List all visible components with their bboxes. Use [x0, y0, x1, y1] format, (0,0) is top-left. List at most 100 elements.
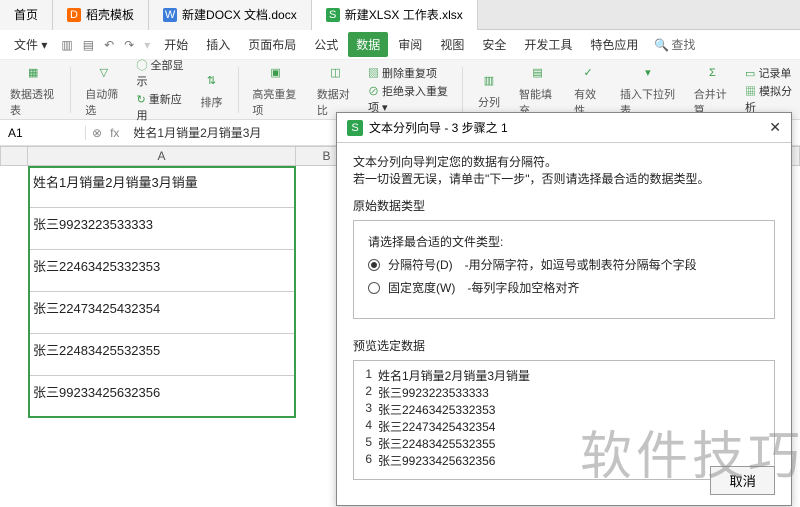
filter-icon: ▽: [92, 62, 116, 84]
cancel-button[interactable]: 取消: [710, 466, 775, 495]
consolidate-button[interactable]: Σ合并计算: [690, 62, 735, 118]
undo-icon[interactable]: ↶: [100, 38, 118, 52]
tab-label: 稻壳模板: [86, 6, 134, 23]
ribbon: ▦数据透视表 ▽自动筛选 ◯ 全部显示 ↻ 重新应用 ⇅排序 ▣高亮重复项 ◫数…: [0, 60, 800, 120]
dialog-footer: 取消: [710, 466, 775, 495]
tab-label: 新建DOCX 文档.docx: [182, 6, 297, 23]
pivot-button[interactable]: ▦数据透视表: [6, 62, 60, 118]
sort-icon: ⇅: [200, 70, 224, 92]
col-header-a[interactable]: A: [28, 146, 296, 166]
analysis-icon: ▦: [745, 86, 756, 98]
cell[interactable]: 张三22483425532355: [28, 334, 296, 376]
menu-start[interactable]: 开始: [156, 32, 196, 57]
radio-delimited[interactable]: 分隔符号(D) -用分隔字符，如逗号或制表符分隔每个字段: [368, 256, 760, 273]
dialog-body: 文本分列向导判定您的数据有分隔符。 若一切设置无误，请单击"下一步"，否则请选择…: [337, 143, 791, 490]
menu-data[interactable]: 数据: [348, 32, 388, 57]
preview-box: 1姓名1月销量2月销量3月销量 2张三9923223533333 3张三2246…: [353, 360, 775, 480]
dialog-titlebar[interactable]: S 文本分列向导 - 3 步骤之 1 ✕: [337, 113, 791, 143]
radio-fixed[interactable]: 固定宽度(W) -每列字段加空格对齐: [368, 279, 760, 296]
dup-group: ▧ 删除重复项 ⊘ 拒绝录入重复项 ▾: [368, 65, 452, 115]
dropdown-button[interactable]: ▾插入下拉列表: [616, 62, 680, 118]
cell[interactable]: 姓名1月销量2月销量3月销量: [28, 166, 296, 208]
menu-insert[interactable]: 插入: [198, 32, 238, 57]
intro-text: 若一切设置无误，请单击"下一步"，否则请选择最合适的数据类型。: [353, 170, 775, 187]
preview-row: 6张三99233425632356: [360, 452, 768, 469]
ribbon-sep: [462, 67, 463, 113]
menu-security[interactable]: 安全: [474, 32, 514, 57]
menu-view[interactable]: 视图: [432, 32, 472, 57]
toolbar-icon[interactable]: ▥: [57, 38, 76, 52]
toolbar-icon[interactable]: ▤: [79, 38, 98, 52]
intro-text: 文本分列向导判定您的数据有分隔符。: [353, 153, 775, 170]
tab-docx[interactable]: W新建DOCX 文档.docx: [149, 0, 312, 30]
showall-icon: ◯: [136, 60, 147, 72]
validity-button[interactable]: ✓有效性: [570, 62, 606, 118]
fill-button[interactable]: ▤智能填充: [515, 62, 560, 118]
extra-group: ▭ 记录单 ▦ 模拟分析: [745, 65, 794, 115]
fx-cancel-icon[interactable]: ⊗: [92, 126, 102, 140]
preview-row: 4张三22473425432354: [360, 418, 768, 435]
highlight-button[interactable]: ▣高亮重复项: [248, 62, 302, 118]
choose-label: 请选择最合适的文件类型:: [368, 233, 760, 250]
filter-group: ◯ 全部显示 ↻ 重新应用: [136, 57, 185, 123]
menu-layout[interactable]: 页面布局: [240, 32, 304, 57]
formula-icons: ⊗ fx: [86, 126, 125, 140]
name-box[interactable]: A1: [0, 126, 86, 140]
consolidate-icon: Σ: [700, 62, 724, 84]
split-button[interactable]: ▥分列: [473, 70, 505, 110]
redo-icon[interactable]: ↷: [120, 38, 138, 52]
split-icon: ▥: [477, 70, 501, 92]
cell[interactable]: 张三99233425632356: [28, 376, 296, 418]
menu-bar: 文件 ▾ ▥ ▤ ↶ ↷ ▾ 开始 插入 页面布局 公式 数据 审阅 视图 安全…: [0, 30, 800, 60]
dropdown-icon: ▾: [636, 62, 660, 84]
delete-icon: ▧: [368, 68, 379, 80]
close-icon[interactable]: ✕: [769, 119, 781, 136]
fill-icon: ▤: [526, 62, 550, 84]
cell[interactable]: 张三9923223533333: [28, 208, 296, 250]
analysis-button[interactable]: ▦ 模拟分析: [745, 83, 794, 115]
reshow-button[interactable]: ↻ 重新应用: [136, 91, 185, 123]
text-to-columns-dialog: S 文本分列向导 - 3 步骤之 1 ✕ 文本分列向导判定您的数据有分隔符。 若…: [336, 112, 792, 506]
app-icon: S: [347, 120, 363, 136]
deldup-button[interactable]: ▧ 删除重复项: [368, 65, 452, 81]
tab-templates[interactable]: D稻壳模板: [53, 0, 149, 30]
reject-icon: ⊘: [368, 86, 379, 98]
group-label: 原始数据类型: [353, 197, 775, 214]
sort-button[interactable]: ⇅排序: [196, 70, 228, 110]
autofilter-button[interactable]: ▽自动筛选: [81, 62, 126, 118]
tab-xlsx[interactable]: S 新建XLSX 工作表.xlsx: [312, 0, 478, 30]
menu-formula[interactable]: 公式: [306, 32, 346, 57]
record-button[interactable]: ▭ 记录单: [745, 65, 794, 81]
ribbon-sep: [70, 67, 71, 113]
preview-row: 2张三9923223533333: [360, 384, 768, 401]
validity-icon: ✓: [576, 62, 600, 84]
compare-button[interactable]: ◫数据对比: [313, 62, 358, 118]
cell[interactable]: 张三22463425332353: [28, 250, 296, 292]
menu-review[interactable]: 审阅: [390, 32, 430, 57]
preview-label: 预览选定数据: [353, 337, 775, 354]
reject-button[interactable]: ⊘ 拒绝录入重复项 ▾: [368, 83, 452, 115]
tab-label: 首页: [14, 6, 38, 23]
radio-icon: [368, 282, 380, 294]
highlight-icon: ▣: [264, 62, 288, 84]
preview-row: 5张三22483425532355: [360, 435, 768, 452]
ribbon-sep: [238, 67, 239, 113]
tab-label: 新建XLSX 工作表.xlsx: [345, 6, 463, 23]
file-menu[interactable]: 文件 ▾: [6, 32, 55, 57]
cell[interactable]: 张三22473425432354: [28, 292, 296, 334]
fx-icon[interactable]: fx: [110, 126, 119, 140]
preview-row: 3张三22463425332353: [360, 401, 768, 418]
record-icon: ▭: [745, 68, 755, 80]
menu-devtools[interactable]: 开发工具: [516, 32, 580, 57]
refresh-icon: ↻: [136, 94, 145, 106]
showall-button[interactable]: ◯ 全部显示: [136, 57, 185, 89]
compare-icon: ◫: [323, 62, 347, 84]
type-groupbox: 请选择最合适的文件类型: 分隔符号(D) -用分隔字符，如逗号或制表符分隔每个字…: [353, 220, 775, 319]
spreadsheet-icon: S: [326, 8, 340, 22]
tab-home[interactable]: 首页: [0, 0, 53, 30]
menu-special[interactable]: 特色应用: [582, 32, 646, 57]
select-all-corner[interactable]: [0, 146, 28, 166]
dialog-title: 文本分列向导 - 3 步骤之 1: [369, 119, 508, 136]
cells-area[interactable]: 姓名1月销量2月销量3月销量 张三9923223533333 张三2246342…: [28, 166, 296, 418]
find-button[interactable]: 🔍查找: [654, 36, 695, 53]
